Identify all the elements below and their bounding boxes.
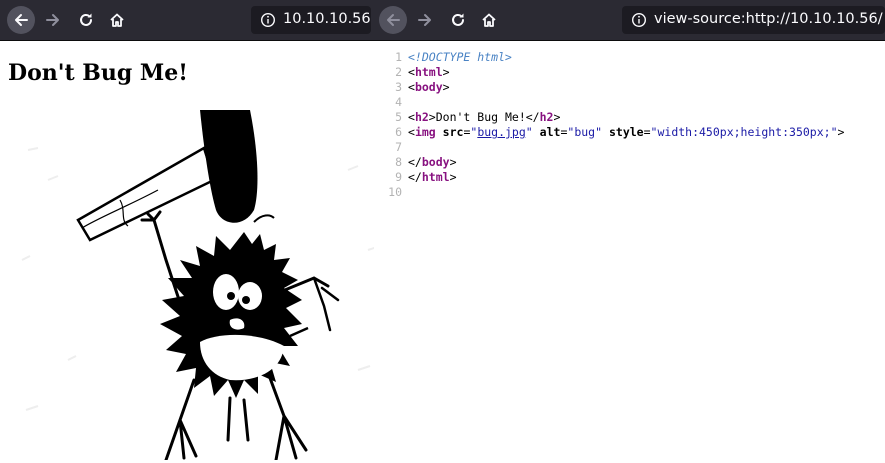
info-icon[interactable] xyxy=(631,12,647,28)
back-arrow-icon xyxy=(15,14,28,26)
tag-name: html xyxy=(414,65,443,79)
tag-name: html xyxy=(421,170,450,184)
punct: < xyxy=(408,125,415,139)
right-url-text: view-source:http://10.10.10.56/ xyxy=(654,11,883,27)
line-number: 10 xyxy=(388,185,402,199)
doctype: <!DOCTYPE html> xyxy=(408,50,512,64)
attr-name: alt xyxy=(539,125,561,139)
punct: < xyxy=(408,110,415,124)
attr-value: width:450px;height:350px; xyxy=(657,125,831,139)
punct: > xyxy=(442,80,450,94)
punct: > xyxy=(837,125,845,139)
attr-value: bug xyxy=(574,125,596,139)
punct: </ xyxy=(408,155,422,169)
left-url-text: 10.10.10.56 xyxy=(283,11,371,27)
source-line: 9 </html> xyxy=(374,170,885,185)
right-forward-button[interactable] xyxy=(411,6,439,34)
punct: > xyxy=(428,110,436,124)
line-number: 5 xyxy=(395,110,402,124)
info-icon[interactable] xyxy=(260,12,276,28)
line-number: 6 xyxy=(395,125,402,139)
attr-name: style xyxy=(608,125,644,139)
line-number: 1 xyxy=(395,50,402,64)
attr-name: src xyxy=(442,125,464,139)
left-back-button[interactable] xyxy=(7,6,35,34)
source-line: 1 <!DOCTYPE html> xyxy=(374,50,885,65)
bug-image xyxy=(21,110,374,460)
tag-name: img xyxy=(414,125,436,139)
source-line: 8 </body> xyxy=(374,155,885,170)
tag-name: body xyxy=(414,80,443,94)
punct: > xyxy=(553,110,561,124)
right-back-button[interactable] xyxy=(379,6,407,34)
source-line: 10 xyxy=(374,185,885,200)
home-icon xyxy=(482,13,496,27)
home-icon xyxy=(110,13,124,27)
punct: > xyxy=(449,170,457,184)
right-toolbar: view-source:http://10.10.10.56/ xyxy=(374,0,885,41)
punct: </ xyxy=(408,170,422,184)
line-number: 8 xyxy=(395,155,402,169)
line-number: 3 xyxy=(395,80,402,94)
right-browser-window: view-source:http://10.10.10.56/ 1 <!DOCT… xyxy=(374,0,885,463)
source-line: 3 <body> xyxy=(374,80,885,95)
forward-arrow-icon xyxy=(46,14,59,26)
page-heading: Don't Bug Me! xyxy=(8,60,188,86)
punct: </ xyxy=(525,110,540,124)
punct: < xyxy=(408,80,415,94)
source-line: 4 xyxy=(374,95,885,110)
left-home-button[interactable] xyxy=(103,6,131,34)
line-number: 9 xyxy=(395,170,402,184)
line-number: 2 xyxy=(395,65,402,79)
right-reload-button[interactable] xyxy=(444,6,472,34)
left-page-viewport: Don't Bug Me! xyxy=(0,41,374,463)
reload-icon xyxy=(452,13,464,26)
forward-arrow-icon xyxy=(418,14,431,26)
punct: " xyxy=(830,125,838,139)
tag-name: h2 xyxy=(414,110,429,124)
punct: = xyxy=(643,125,651,139)
line-number: 7 xyxy=(395,140,402,154)
line-number: 4 xyxy=(395,95,402,109)
source-line: 6 <img src="bug.jpg" alt="bug" style="wi… xyxy=(374,125,885,140)
source-viewport: 1 <!DOCTYPE html> 2 <html> 3 <body> 4 5 … xyxy=(374,41,885,463)
left-address-bar[interactable]: 10.10.10.56 xyxy=(251,6,371,34)
h2-text: Don't Bug Me! xyxy=(435,110,526,124)
punct: " xyxy=(525,125,533,139)
back-arrow-icon xyxy=(387,14,400,26)
left-toolbar: 10.10.10.56 xyxy=(0,0,374,41)
source-line: 2 <html> xyxy=(374,65,885,80)
reload-icon xyxy=(80,13,92,26)
right-address-bar[interactable]: view-source:http://10.10.10.56/ xyxy=(622,6,885,34)
punct: < xyxy=(408,65,415,79)
punct: " xyxy=(595,125,603,139)
tag-name: body xyxy=(421,155,450,169)
bug-jpg-link[interactable]: bug.jpg xyxy=(477,125,525,139)
right-home-button[interactable] xyxy=(475,6,503,34)
source-line: 7 xyxy=(374,140,885,155)
source-code: 1 <!DOCTYPE html> 2 <html> 3 <body> 4 5 … xyxy=(374,50,885,200)
left-reload-button[interactable] xyxy=(72,6,100,34)
left-browser-window: 10.10.10.56 Don't Bug Me! xyxy=(0,0,374,463)
tag-name: h2 xyxy=(539,110,554,124)
left-forward-button[interactable] xyxy=(39,6,67,34)
source-line: 5 <h2>Don't Bug Me!</h2> xyxy=(374,110,885,125)
punct: > xyxy=(442,65,450,79)
punct: > xyxy=(449,155,457,169)
